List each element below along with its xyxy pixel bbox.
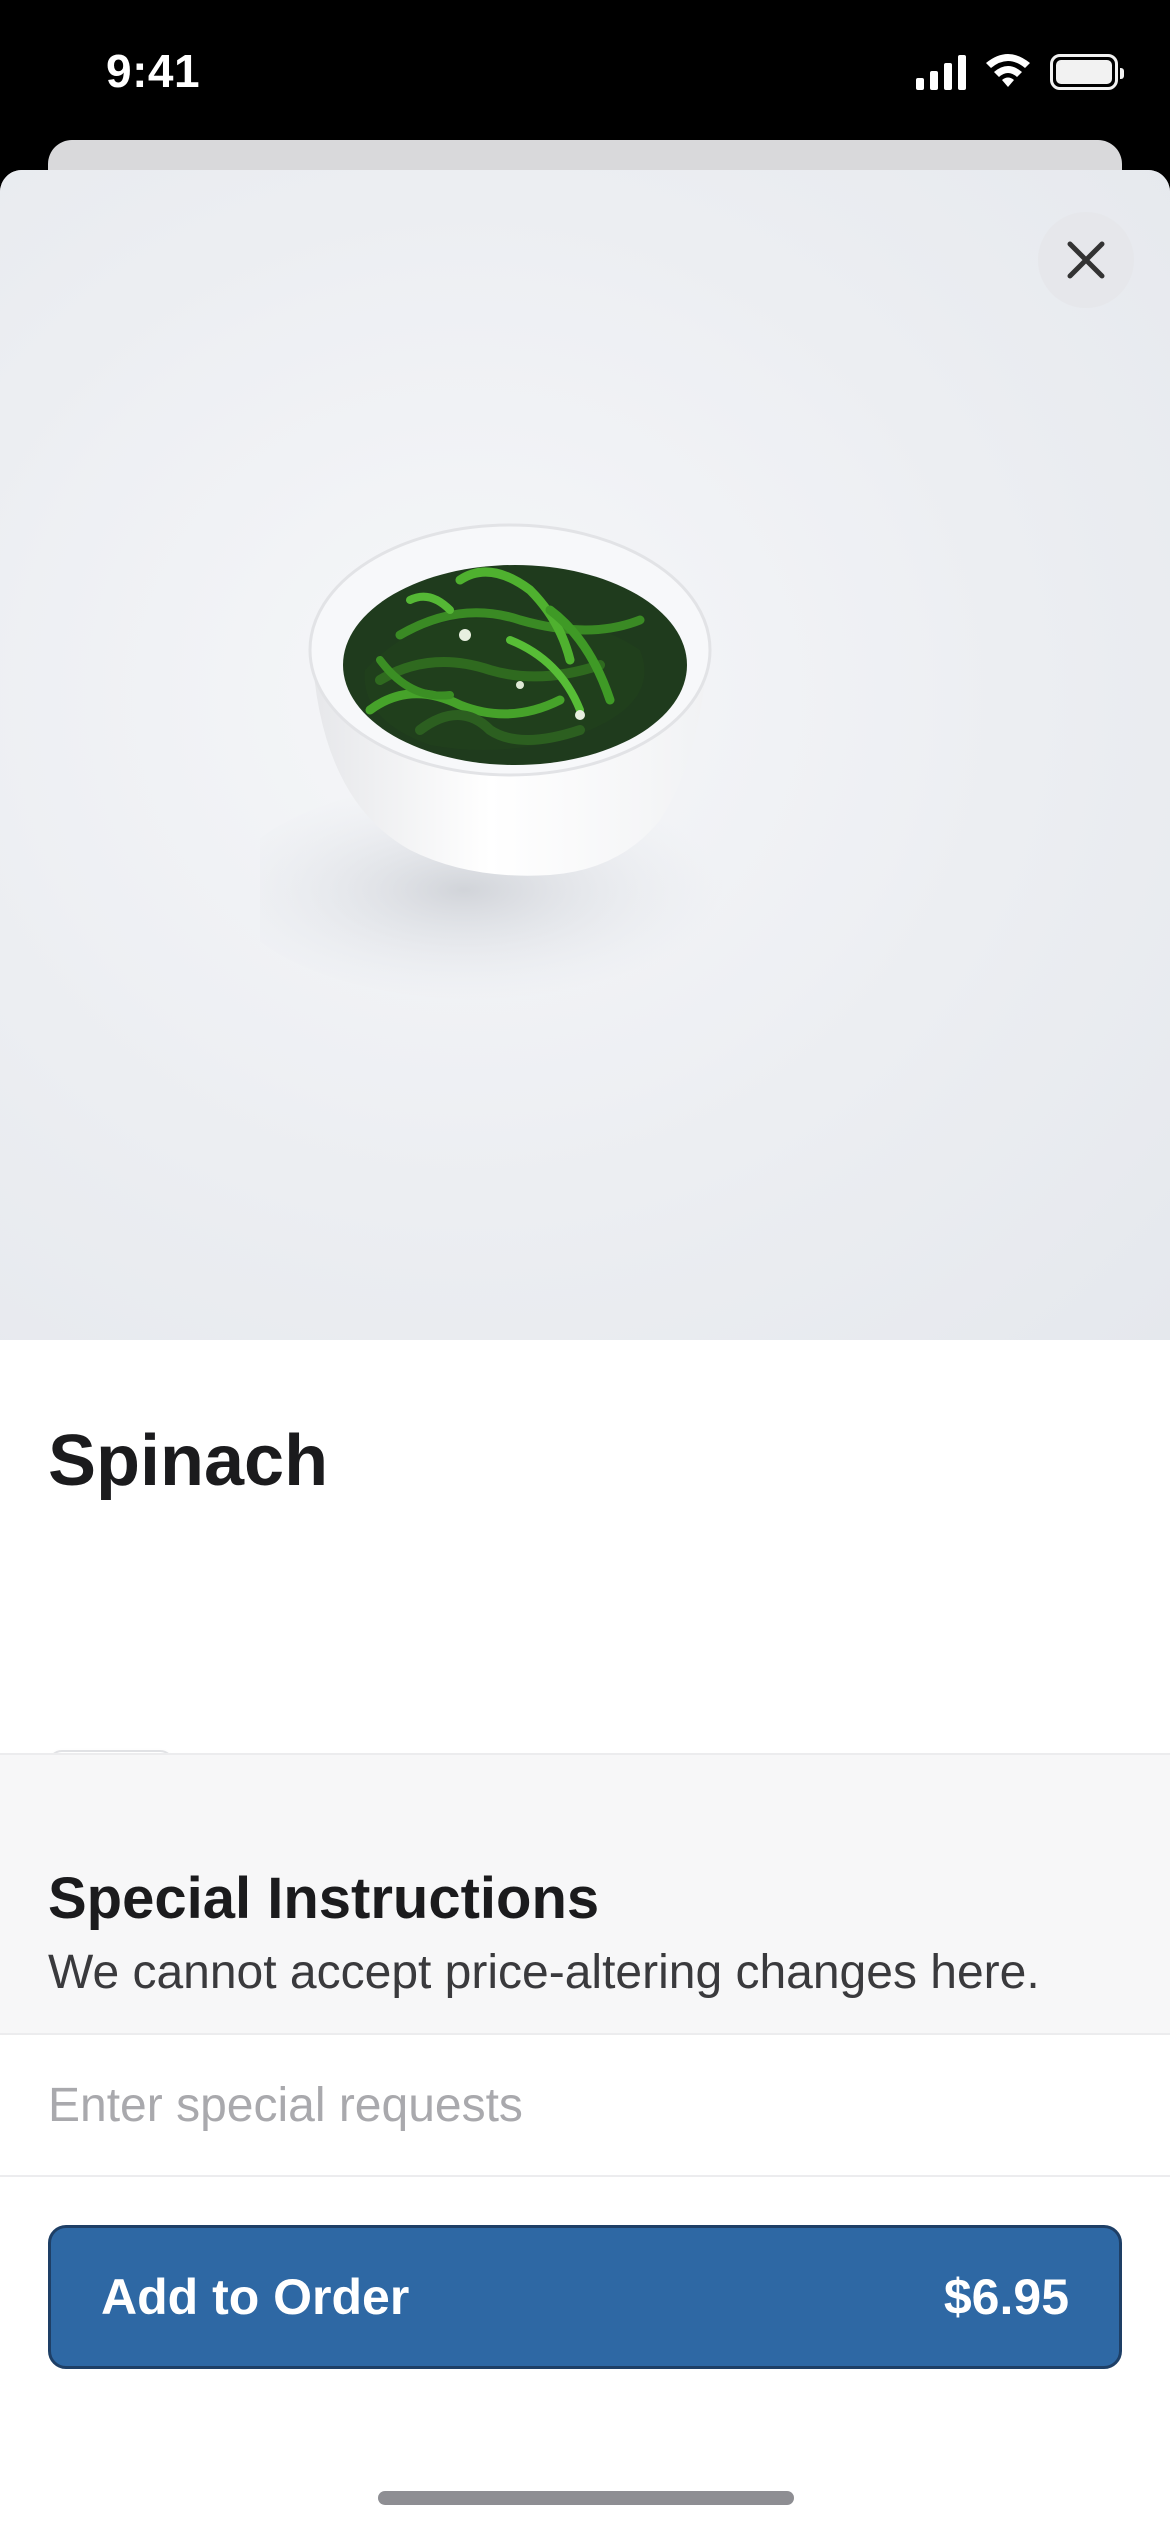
status-bar: 9:41	[0, 0, 1170, 140]
screen: 9:41 Spinach Special Instructions We can…	[0, 0, 1170, 2532]
wifi-icon	[986, 54, 1030, 87]
special-instructions-section: Special Instructions We cannot accept pr…	[0, 1753, 1170, 2035]
order-price: $6.95	[943, 2269, 1069, 2325]
add-to-order-label: Add to Order	[101, 2269, 410, 2325]
status-time: 9:41	[106, 45, 201, 97]
order-footer: Add to Order $6.95	[0, 2175, 1170, 2532]
add-to-order-button[interactable]: Add to Order $6.95	[48, 2225, 1122, 2369]
special-requests-input[interactable]	[0, 2035, 1170, 2175]
item-title: Spinach	[48, 1421, 329, 1501]
battery-icon	[1050, 54, 1124, 90]
cellular-signal-icon	[916, 54, 966, 90]
home-indicator[interactable]	[378, 2491, 794, 2505]
status-icons	[916, 52, 1124, 92]
close-icon	[1067, 241, 1105, 279]
special-instructions-title: Special Instructions	[48, 1866, 600, 1931]
item-detail-sheet: Spinach Special Instructions We cannot a…	[0, 170, 1170, 2532]
special-instructions-subtitle: We cannot accept price-altering changes …	[48, 1946, 1040, 1999]
spinach-bowl-photo	[260, 523, 750, 1000]
close-button[interactable]	[1038, 212, 1134, 308]
item-image	[0, 170, 1170, 1340]
item-header: Spinach	[0, 1340, 1170, 1850]
